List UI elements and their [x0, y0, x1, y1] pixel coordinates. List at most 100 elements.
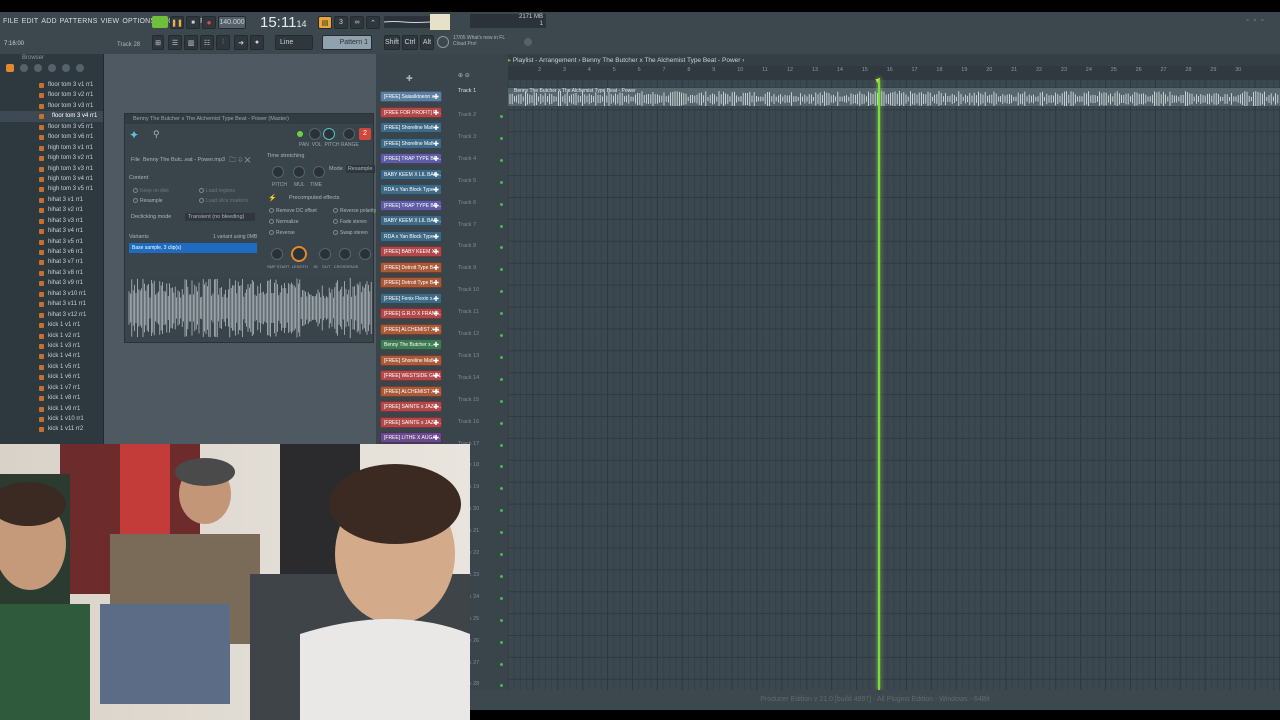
pattern-select[interactable]: Pattern 1 — [322, 35, 372, 50]
track-label[interactable]: Track 2 — [458, 112, 476, 118]
track-label[interactable]: Track 1 — [458, 88, 476, 94]
track-label[interactable]: Track 3 — [458, 134, 476, 140]
news-icon[interactable] — [437, 36, 449, 48]
track-mute-led[interactable] — [500, 662, 503, 666]
fade-in-knob[interactable] — [319, 248, 331, 260]
track-mute-led[interactable] — [500, 334, 503, 337]
arrow-icon[interactable]: ➜ — [234, 35, 248, 50]
variant-list-item[interactable]: Base sample, 3 clip(s) — [129, 243, 257, 253]
swap-stereo-option[interactable]: Swap stereo — [333, 230, 368, 236]
track-label[interactable]: Track 10 — [458, 287, 479, 293]
picker-add-icon[interactable]: ✚ — [406, 74, 413, 83]
master-volume[interactable] — [430, 14, 450, 30]
browser-item[interactable]: floor tom 3 v1 rr1 — [0, 80, 103, 90]
add-clip-icon[interactable]: ✚ — [433, 123, 439, 132]
metronome-button[interactable]: ▤ — [318, 16, 332, 29]
menu-item-options[interactable]: OPTIONS — [122, 14, 155, 30]
browser-item[interactable]: hihat 3 v6 rr1 — [0, 247, 103, 257]
stretch-time-knob[interactable] — [313, 166, 325, 178]
browser-item[interactable]: hihat 3 v4 rr1 — [0, 226, 103, 236]
normalize-option[interactable]: Normalize — [269, 219, 299, 225]
track-mute-led[interactable] — [500, 421, 503, 425]
track-label[interactable]: Track 11 — [458, 309, 479, 315]
sample-waveform[interactable] — [128, 277, 372, 339]
pattern-picker-item[interactable]: [FREE] Detroit Type B... ✚ — [380, 277, 442, 288]
timeline-ruler[interactable]: 2 3 4 5 6 7 8 9 10 11 12 13 14 15 16 17 18 19 20 21 22 23 24 25… — [508, 66, 1280, 80]
shift-key[interactable]: Shift — [384, 35, 400, 50]
browser-item[interactable]: kick 1 v2 rr1 — [0, 331, 103, 341]
record-button[interactable]: ● — [202, 16, 216, 29]
menu-item-add[interactable]: ADD — [41, 14, 56, 30]
menu-item-file[interactable]: FILE — [3, 14, 19, 30]
undo-icon[interactable] — [48, 64, 56, 72]
snap-select[interactable]: Line — [275, 35, 313, 50]
track-mute-led[interactable] — [500, 553, 503, 556]
keep-on-disk-radio[interactable] — [133, 188, 138, 194]
stop-button[interactable]: ■ — [186, 16, 200, 29]
load-slice-markers-option[interactable]: Load slice markers — [199, 198, 248, 204]
browser-item[interactable]: kick 1 v8 rr1 — [0, 393, 103, 403]
track-mute-led[interactable] — [500, 509, 503, 513]
browser-item[interactable]: kick 1 v10 rr1 — [0, 414, 103, 424]
browser-item[interactable]: hihat 3 v9 rr1 — [0, 278, 103, 288]
pattern-picker-item[interactable]: [FREE] SAINTE x JAZZ... ✚ — [380, 401, 442, 412]
pattern-picker-item[interactable]: [FREE] TRAP TYPE BE... ✚ — [380, 153, 442, 164]
playlist-grid[interactable] — [508, 80, 1280, 690]
add-clip-icon[interactable]: ✚ — [433, 340, 439, 349]
piano-roll-icon[interactable]: ▥ — [184, 35, 198, 50]
track-label[interactable]: Track 12 — [458, 331, 479, 337]
track-mute-led[interactable] — [500, 596, 503, 600]
add-clip-icon[interactable]: ✚ — [433, 356, 439, 365]
browser-item[interactable]: kick 1 v5 rr1 — [0, 362, 103, 372]
browser-item[interactable]: floor tom 3 v4 rr1 — [0, 111, 103, 122]
add-clip-icon[interactable]: ✚ — [433, 294, 439, 303]
browser-item[interactable]: hihat 3 v11 rr1 — [0, 299, 103, 309]
add-clip-icon[interactable]: ✚ — [433, 154, 439, 163]
remove-dc-option[interactable]: Remove DC offset — [269, 208, 317, 214]
pitch-knob[interactable] — [343, 128, 355, 140]
browser-item[interactable]: kick 1 v9 rr1 — [0, 404, 103, 414]
track-mute-led[interactable] — [500, 487, 503, 491]
browser-item[interactable]: floor tom 3 v5 rr1 — [0, 122, 103, 132]
load-regions-radio[interactable] — [199, 188, 204, 194]
browser-item[interactable]: kick 1 v4 rr1 — [0, 351, 103, 361]
ctrl-key[interactable]: Ctrl — [402, 35, 418, 50]
add-clip-icon[interactable]: ✚ — [433, 139, 439, 148]
add-clip-icon[interactable]: ✚ — [433, 418, 439, 427]
reverse-option[interactable]: Reverse — [269, 230, 295, 236]
browser-item[interactable]: kick 1 v11 rr2 — [0, 424, 103, 434]
add-clip-icon[interactable]: ✚ — [433, 263, 439, 272]
browser-item[interactable]: hihat 3 v1 rr1 — [0, 195, 103, 205]
pattern-picker-item[interactable]: [FREE] Saiasiktoeon x... ✚ — [380, 91, 442, 102]
browser-item[interactable]: high tom 3 v2 rr1 — [0, 153, 103, 163]
browser-item[interactable]: hihat 3 v2 rr1 — [0, 205, 103, 215]
resample-radio[interactable] — [133, 198, 138, 204]
countdown-button[interactable]: 3 — [334, 16, 348, 29]
reverse-polarity-option[interactable]: Reverse polarity — [333, 208, 376, 214]
add-clip-icon[interactable]: ✚ — [433, 371, 439, 380]
pattern-picker-item[interactable]: Benny The Butcher x... ✚ — [380, 339, 442, 350]
add-clip-icon[interactable]: ✚ — [433, 309, 439, 318]
mixer-icon[interactable]: ⫶ — [216, 35, 230, 50]
browser-item[interactable]: kick 1 v7 rr1 — [0, 383, 103, 393]
browser-item[interactable]: hihat 3 v10 rr1 — [0, 289, 103, 299]
reverse-polarity-checkbox[interactable] — [333, 208, 338, 214]
channel-settings-title[interactable]: Benny The Butcher x The Alchemist Type B… — [125, 114, 373, 124]
browser-item[interactable]: kick 1 v6 rr1 — [0, 372, 103, 382]
menu-item-edit[interactable]: EDIT — [22, 14, 39, 30]
menu-item-view[interactable]: VIEW — [101, 14, 120, 30]
declicking-select[interactable]: Transient (no bleeding) — [185, 213, 255, 221]
pattern-picker-item[interactable]: [FREE] WESTSIDE GUN... ✚ — [380, 370, 442, 381]
track-label[interactable]: Track 6 — [458, 200, 476, 206]
sample-start-knob[interactable] — [271, 248, 283, 260]
window-controls[interactable]: ▫▫▫ — [1246, 17, 1268, 24]
browser-item[interactable]: floor tom 3 v6 rr1 — [0, 132, 103, 142]
track-label[interactable]: Track 4 — [458, 156, 476, 162]
track-mute-led[interactable] — [500, 115, 503, 118]
pattern-picker-item[interactable]: [FREE] ALCHEMIST X S... ✚ — [380, 323, 442, 335]
swap-stereo-checkbox[interactable] — [333, 230, 338, 236]
channel-rack-icon[interactable]: ☷ — [200, 35, 214, 50]
browser-item[interactable]: kick 1 v3 rr1 — [0, 341, 103, 351]
browser-item[interactable]: hihat 3 v7 rr1 — [0, 257, 103, 267]
crossfade-knob[interactable] — [359, 248, 371, 260]
